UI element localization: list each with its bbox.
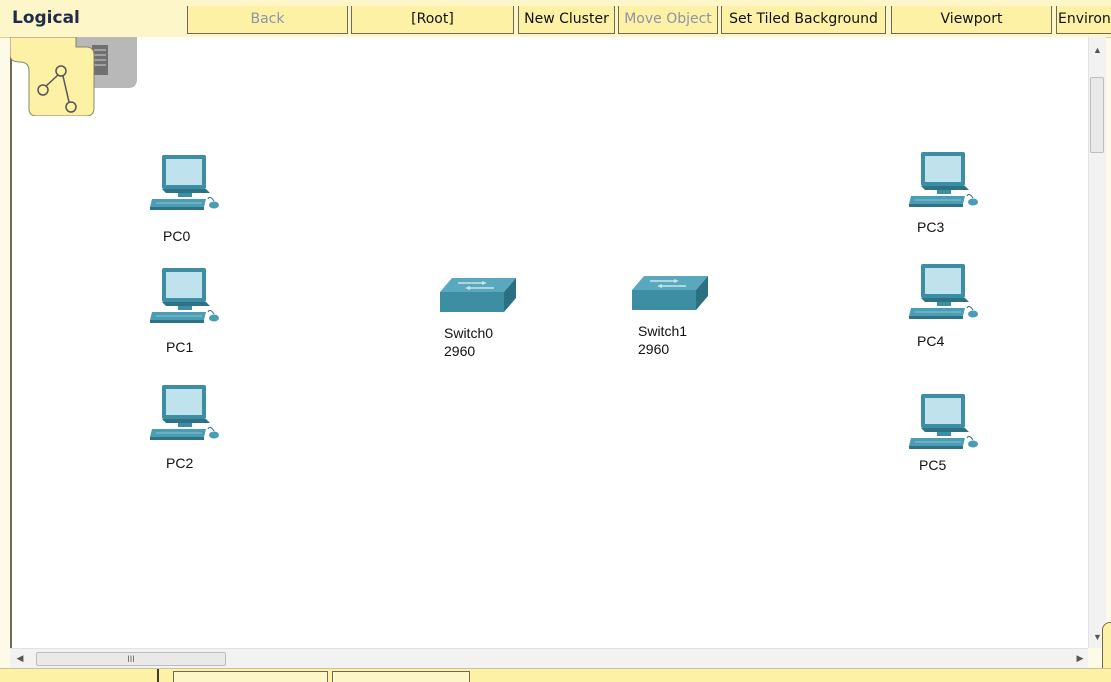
- scroll-left-icon[interactable]: ◀: [14, 653, 26, 664]
- scroll-up-icon[interactable]: ▲: [1089, 45, 1106, 55]
- pc2-label: PC2: [166, 455, 194, 471]
- pc-icon[interactable]: [907, 392, 981, 454]
- environment-button[interactable]: Environ: [1056, 6, 1111, 34]
- bottom-tab[interactable]: [332, 671, 470, 682]
- vertical-scroll-thumb[interactable]: [1090, 77, 1104, 153]
- back-button[interactable]: Back: [187, 6, 348, 34]
- bottom-panel: [0, 668, 1111, 682]
- switch0-model: 2960: [444, 343, 476, 359]
- pc-icon[interactable]: [148, 153, 222, 215]
- set-tiled-background-button[interactable]: Set Tiled Background: [721, 6, 886, 34]
- pc1-label: PC1: [166, 339, 194, 355]
- viewport-button[interactable]: Viewport: [891, 6, 1052, 34]
- divider: [157, 669, 159, 682]
- pc0-label: PC0: [163, 228, 191, 244]
- pc-icon[interactable]: [148, 266, 222, 328]
- pc-icon[interactable]: [907, 150, 981, 212]
- vertical-scrollbar[interactable]: ▲ ▼: [1088, 37, 1106, 648]
- scroll-right-icon[interactable]: ▶: [1074, 653, 1086, 664]
- switch1-label: Switch1: [638, 323, 688, 339]
- mode-label: Logical: [12, 8, 80, 28]
- switch-icon[interactable]: [630, 274, 710, 316]
- root-button[interactable]: [Root]: [351, 6, 514, 34]
- pc-icon[interactable]: [907, 262, 981, 324]
- workspace-toolbar: Logical Back [Root] New Cluster Move Obj…: [0, 0, 1111, 38]
- new-cluster-button[interactable]: New Cluster: [518, 6, 615, 34]
- pc-icon[interactable]: [148, 383, 222, 445]
- switch-icon[interactable]: [438, 276, 518, 318]
- horizontal-scroll-thumb[interactable]: III: [36, 652, 226, 666]
- pc4-label: PC4: [917, 333, 945, 349]
- move-object-button[interactable]: Move Object: [618, 6, 718, 34]
- bottom-tab[interactable]: [173, 671, 328, 682]
- switch1-model: 2960: [638, 341, 670, 357]
- side-panel-tab[interactable]: [1102, 622, 1111, 670]
- horizontal-scrollbar[interactable]: ◀ III ▶: [10, 648, 1088, 669]
- logical-navigation-tab[interactable]: [9, 36, 137, 117]
- pc5-label: PC5: [919, 457, 947, 473]
- pc3-label: PC3: [917, 219, 945, 235]
- switch0-label: Switch0: [444, 325, 494, 341]
